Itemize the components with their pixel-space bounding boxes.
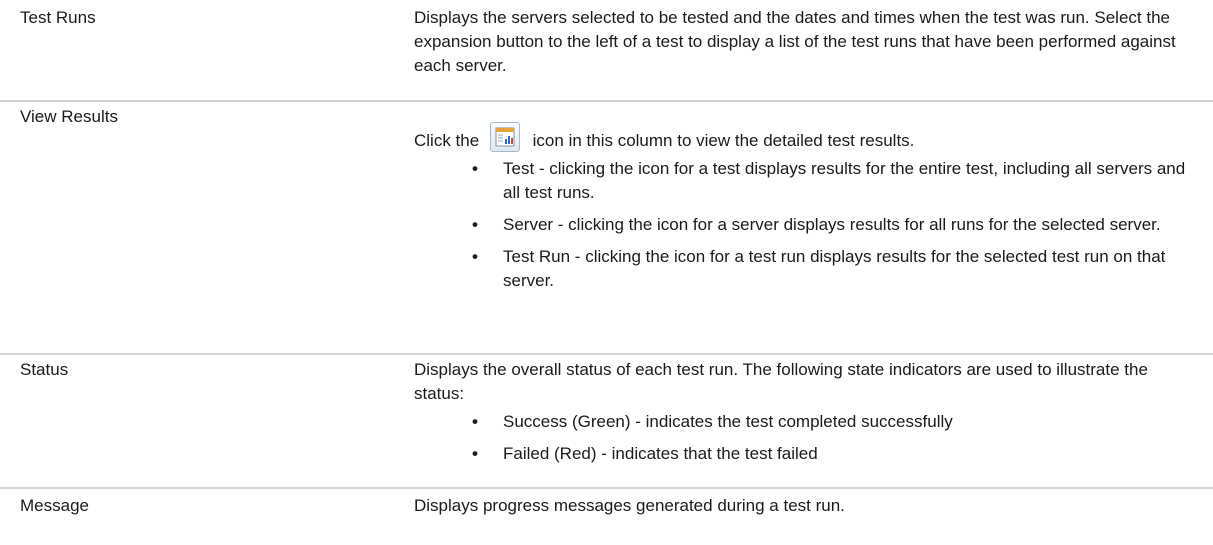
term-cell: Status bbox=[20, 360, 69, 379]
bullet-list: • Success (Green) - indicates the test co… bbox=[414, 410, 1193, 466]
bullet-dot: • bbox=[472, 444, 478, 463]
list-item: • Success (Green) - indicates the test co… bbox=[414, 410, 1193, 434]
intro-before-icon: Click the bbox=[414, 131, 480, 150]
description-cell: Displays the overall status of each test… bbox=[414, 358, 1213, 487]
view-results-report-icon bbox=[489, 122, 520, 152]
term-cell: Message bbox=[20, 496, 89, 515]
description-cell: Displays progress messages generated dur… bbox=[414, 494, 1213, 539]
description-cell: Displays the servers selected to be test… bbox=[414, 6, 1213, 100]
bullet-dot: • bbox=[472, 412, 478, 431]
list-item-text: Success (Green) - indicates the test com… bbox=[503, 412, 953, 431]
bullet-dot: • bbox=[472, 247, 478, 266]
intro-after-icon: icon in this column to view the detailed… bbox=[532, 131, 915, 150]
definition-table: Test Runs Displays the servers selected … bbox=[0, 0, 1213, 539]
table-row-status: Status Displays the overall status of ea… bbox=[0, 355, 1213, 489]
table-row-test-runs: Test Runs Displays the servers selected … bbox=[0, 0, 1213, 102]
description-text: Displays progress messages generated dur… bbox=[414, 496, 845, 515]
list-item-text: Test Run - clicking the icon for a test … bbox=[503, 247, 1166, 290]
bullet-list: • Test - clicking the icon for a test dis… bbox=[414, 157, 1193, 293]
list-item: • Failed (Red) - indicates that the test … bbox=[414, 442, 1193, 466]
bullet-dot: • bbox=[472, 215, 478, 234]
description-text: Displays the servers selected to be test… bbox=[414, 8, 1176, 75]
term-cell: Test Runs bbox=[20, 8, 96, 27]
list-item: • Test - clicking the icon for a test dis… bbox=[414, 157, 1193, 205]
description-cell: Click the icon in this column to view th… bbox=[414, 105, 1213, 353]
description-text: Displays the overall status of each test… bbox=[414, 360, 1148, 403]
list-item-text: Failed (Red) - indicates that the test f… bbox=[503, 444, 818, 463]
table-row-view-results: View Results Click the icon in this colu… bbox=[0, 102, 1213, 355]
table-row-message: Message Displays progress messages gener… bbox=[0, 489, 1213, 539]
list-item-text: Test - clicking the icon for a test disp… bbox=[503, 159, 1186, 202]
term-cell: View Results bbox=[20, 107, 118, 126]
list-item: • Server - clicking the icon for a server… bbox=[414, 213, 1193, 237]
list-item-text: Server - clicking the icon for a server … bbox=[503, 215, 1161, 234]
list-item: • Test Run - clicking the icon for a test… bbox=[414, 245, 1193, 293]
description-intro: Click the icon in this column to view th… bbox=[414, 122, 1193, 153]
bullet-dot: • bbox=[472, 159, 478, 178]
